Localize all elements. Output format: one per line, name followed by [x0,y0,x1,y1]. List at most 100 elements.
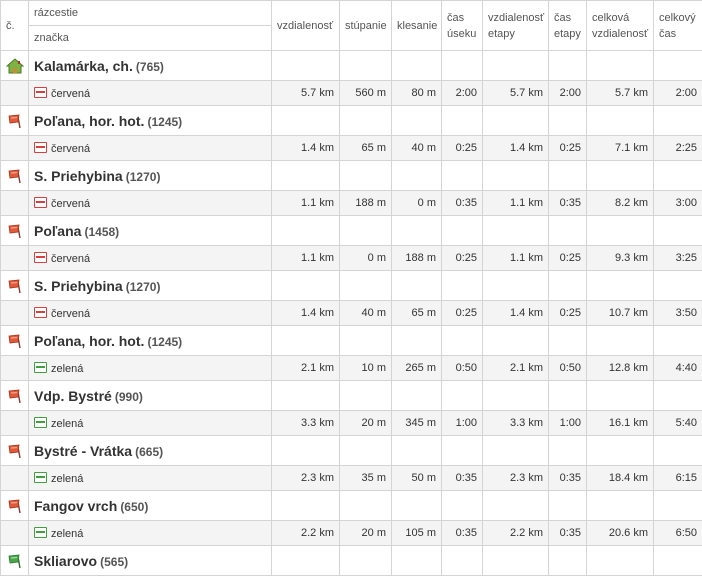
empty-cell [339,490,392,521]
empty-cell [548,435,587,466]
empty-cell [586,270,654,301]
segment-row: červená 1.1 km 0 m 188 m 0:25 1.1 km 0:25 9.3 k… [0,245,702,271]
waypoint-icon-cell [0,325,29,356]
empty-cell [482,545,549,576]
segment-stage-distance: 2.2 km [482,520,549,546]
empty-cell [482,105,549,136]
segment-descent: 105 m [391,520,442,546]
segment-mark-cell: červená [28,300,272,326]
segment-stage-distance: 1.4 km [482,300,549,326]
segment-ascent: 20 m [339,410,392,436]
waypoint-name[interactable]: Fangov vrch [34,498,117,514]
empty-cell [586,160,654,191]
empty-cell [441,435,483,466]
segment-stage-time: 1:00 [548,410,587,436]
header-total-time: celkový čas [653,0,702,51]
segment-seg-time: 2:00 [441,80,483,106]
waypoint-name[interactable]: S. Priehybina [34,278,123,294]
trail-mark-red-icon [34,196,47,208]
header-crossroad: rázcestie [29,2,271,26]
waypoint-name-cell[interactable]: Vdp. Bystré (990) [28,380,272,411]
segment-distance: 2.1 km [271,355,340,381]
segment-total-time: 3:50 [653,300,702,326]
empty-cell [653,105,702,136]
segment-seg-time: 0:25 [441,300,483,326]
waypoint-name-cell[interactable]: Skliarovo (565) [28,545,272,576]
segment-ascent: 40 m [339,300,392,326]
empty-cell [548,490,587,521]
empty-cell [271,160,340,191]
waypoint-name-cell[interactable]: Bystré - Vrátka (665) [28,435,272,466]
waypoint-name[interactable]: Poľana [34,223,81,239]
segment-stage-distance: 5.7 km [482,80,549,106]
trail-mark-green-icon [34,526,47,538]
header-distance: vzdialenosť [271,0,340,51]
empty-cell [586,435,654,466]
empty-cell [586,545,654,576]
trail-mark-green-icon [34,361,47,373]
empty-cell [482,435,549,466]
empty-cell [271,380,340,411]
waypoint-name[interactable]: Poľana, hor. hot. [34,333,144,349]
empty-cell [391,50,442,81]
empty-cell [586,325,654,356]
waypoint-name[interactable]: Poľana, hor. hot. [34,113,144,129]
trail-mark-green-icon [34,471,47,483]
waypoint-name-cell[interactable]: Poľana, hor. hot. (1245) [28,105,272,136]
waypoint-icon-cell [0,270,29,301]
empty-cell [441,545,483,576]
segment-descent: 345 m [391,410,442,436]
waypoint-name-cell[interactable]: Poľana (1458) [28,215,272,246]
empty-cell [548,380,587,411]
segment-distance: 3.3 km [271,410,340,436]
segment-mark-cell: červená [28,135,272,161]
empty-cell [586,490,654,521]
flag-red-icon [2,443,28,459]
segment-row: červená 1.4 km 40 m 65 m 0:25 1.4 km 0:25 10.7 … [0,300,702,326]
empty-cell [391,105,442,136]
empty-cell [548,50,587,81]
waypoint-name[interactable]: Kalamárka, ch. [34,58,133,74]
segment-mark-label: červená [51,142,91,155]
empty-cell [482,215,549,246]
waypoint-name-cell[interactable]: Fangov vrch (650) [28,490,272,521]
waypoint-name[interactable]: Skliarovo [34,553,97,569]
segment-distance: 1.4 km [271,300,340,326]
segment-row: červená 1.4 km 65 m 40 m 0:25 1.4 km 0:25 7.1 k… [0,135,702,161]
empty-cell [482,270,549,301]
segment-descent: 188 m [391,245,442,271]
empty-cell [339,215,392,246]
segment-row: zelená 2.3 km 35 m 50 m 0:35 2.3 km 0:35 18.4 k… [0,465,702,491]
empty-cell [391,160,442,191]
empty-cell [548,325,587,356]
waypoint-name[interactable]: Vdp. Bystré [34,388,112,404]
waypoint-name[interactable]: Bystré - Vrátka [34,443,132,459]
waypoint-name-cell[interactable]: S. Priehybina (1270) [28,160,272,191]
waypoint-name[interactable]: S. Priehybina [34,168,123,184]
segment-mark-cell: zelená [28,520,272,546]
empty-cell [391,435,442,466]
waypoint-row: Kalamárka, ch. (765) [0,50,702,81]
segment-row: červená 5.7 km 560 m 80 m 2:00 5.7 km 2:00 5.7 … [0,80,702,106]
segment-num-cell [0,190,29,216]
segment-seg-time: 0:35 [441,465,483,491]
route-table: č. rázcestie značka vzdialenosť stúpanie… [0,0,702,576]
empty-cell [391,490,442,521]
segment-ascent: 188 m [339,190,392,216]
segment-num-cell [0,355,29,381]
empty-cell [441,105,483,136]
segment-ascent: 35 m [339,465,392,491]
empty-cell [653,490,702,521]
waypoint-name-cell[interactable]: Poľana, hor. hot. (1245) [28,325,272,356]
waypoint-row: Poľana (1458) [0,215,702,246]
empty-cell [441,380,483,411]
flag-red-icon [2,388,28,404]
waypoint-name-cell[interactable]: Kalamárka, ch. (765) [28,50,272,81]
segment-row: červená 1.1 km 188 m0 m 0:35 1.1 km 0:35 8.2 k… [0,190,702,216]
waypoint-name-cell[interactable]: S. Priehybina (1270) [28,270,272,301]
waypoint-row: Skliarovo (565) [0,545,702,576]
empty-cell [482,490,549,521]
segment-total-time: 4:40 [653,355,702,381]
empty-cell [653,215,702,246]
waypoint-altitude: (1270) [125,279,161,294]
